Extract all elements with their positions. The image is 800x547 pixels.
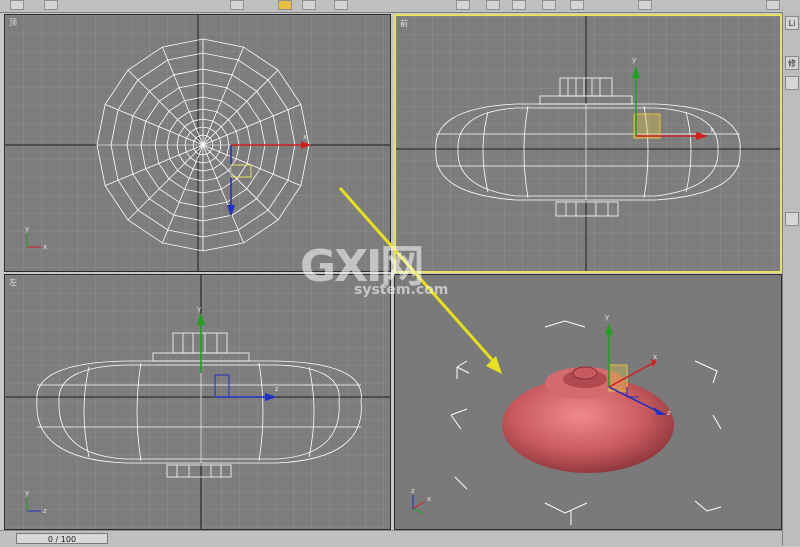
perspective-viewport-canvas: y x z z x (395, 275, 781, 529)
command-panel-tab-1[interactable]: 修 (785, 56, 799, 70)
align-button[interactable] (486, 0, 500, 10)
render-frame-button[interactable] (638, 0, 652, 10)
quick-render-button[interactable] (570, 0, 584, 10)
gizmo-front-x-label: x (710, 126, 714, 134)
move-tool-button[interactable] (278, 0, 292, 10)
main-toolbar (0, 0, 800, 13)
rotate-tool-button[interactable] (302, 0, 316, 10)
material-editor-button[interactable] (512, 0, 526, 10)
tripod-left-y-label: y (25, 489, 29, 497)
select-tool-button[interactable] (10, 0, 24, 10)
status-bar: 0 / 100 (0, 530, 782, 547)
scale-tool-button[interactable] (334, 0, 348, 10)
top-viewport-canvas: x x y (5, 15, 390, 271)
pin-stack-button[interactable] (785, 76, 799, 90)
tripod-top-x-label: x (43, 243, 47, 251)
tripod-persp-x-label: x (427, 495, 431, 503)
gizmo-persp-x-label: x (653, 353, 657, 361)
render-setup-button[interactable] (542, 0, 556, 10)
gizmo-left-z-label: z (275, 385, 279, 393)
perspective-viewport[interactable]: 透视 (394, 274, 782, 530)
gizmo-left-y-label: y (197, 305, 201, 313)
command-panel-tab-0[interactable]: Li (785, 16, 799, 30)
gizmo-persp-y-label: y (605, 313, 609, 321)
gizmo-front-y-label: y (632, 56, 636, 64)
tripod-top-y-label: y (25, 225, 29, 233)
command-panel: Li 修 (782, 12, 800, 546)
left-viewport-canvas: y z z y (5, 275, 390, 529)
top-viewport[interactable]: 顶 x x y (4, 14, 391, 272)
gizmo-top-x-label: x (303, 133, 307, 141)
time-slider-frame: 0 / 100 (47, 535, 77, 544)
left-viewport[interactable]: 左 y z (4, 274, 391, 530)
select-name-button[interactable] (44, 0, 58, 10)
mirror-button[interactable] (456, 0, 470, 10)
rollout-button[interactable] (785, 212, 799, 226)
gizmo-persp-z-label: z (667, 409, 671, 417)
front-viewport[interactable]: 前 x y (394, 14, 782, 273)
tripod-persp-z-label: z (411, 487, 415, 495)
front-viewport-canvas: x y (396, 16, 780, 271)
tripod-left-z-label: z (43, 507, 47, 515)
region-select-button[interactable] (230, 0, 244, 10)
time-slider[interactable]: 0 / 100 (16, 533, 108, 544)
render-production-button[interactable] (766, 0, 780, 10)
